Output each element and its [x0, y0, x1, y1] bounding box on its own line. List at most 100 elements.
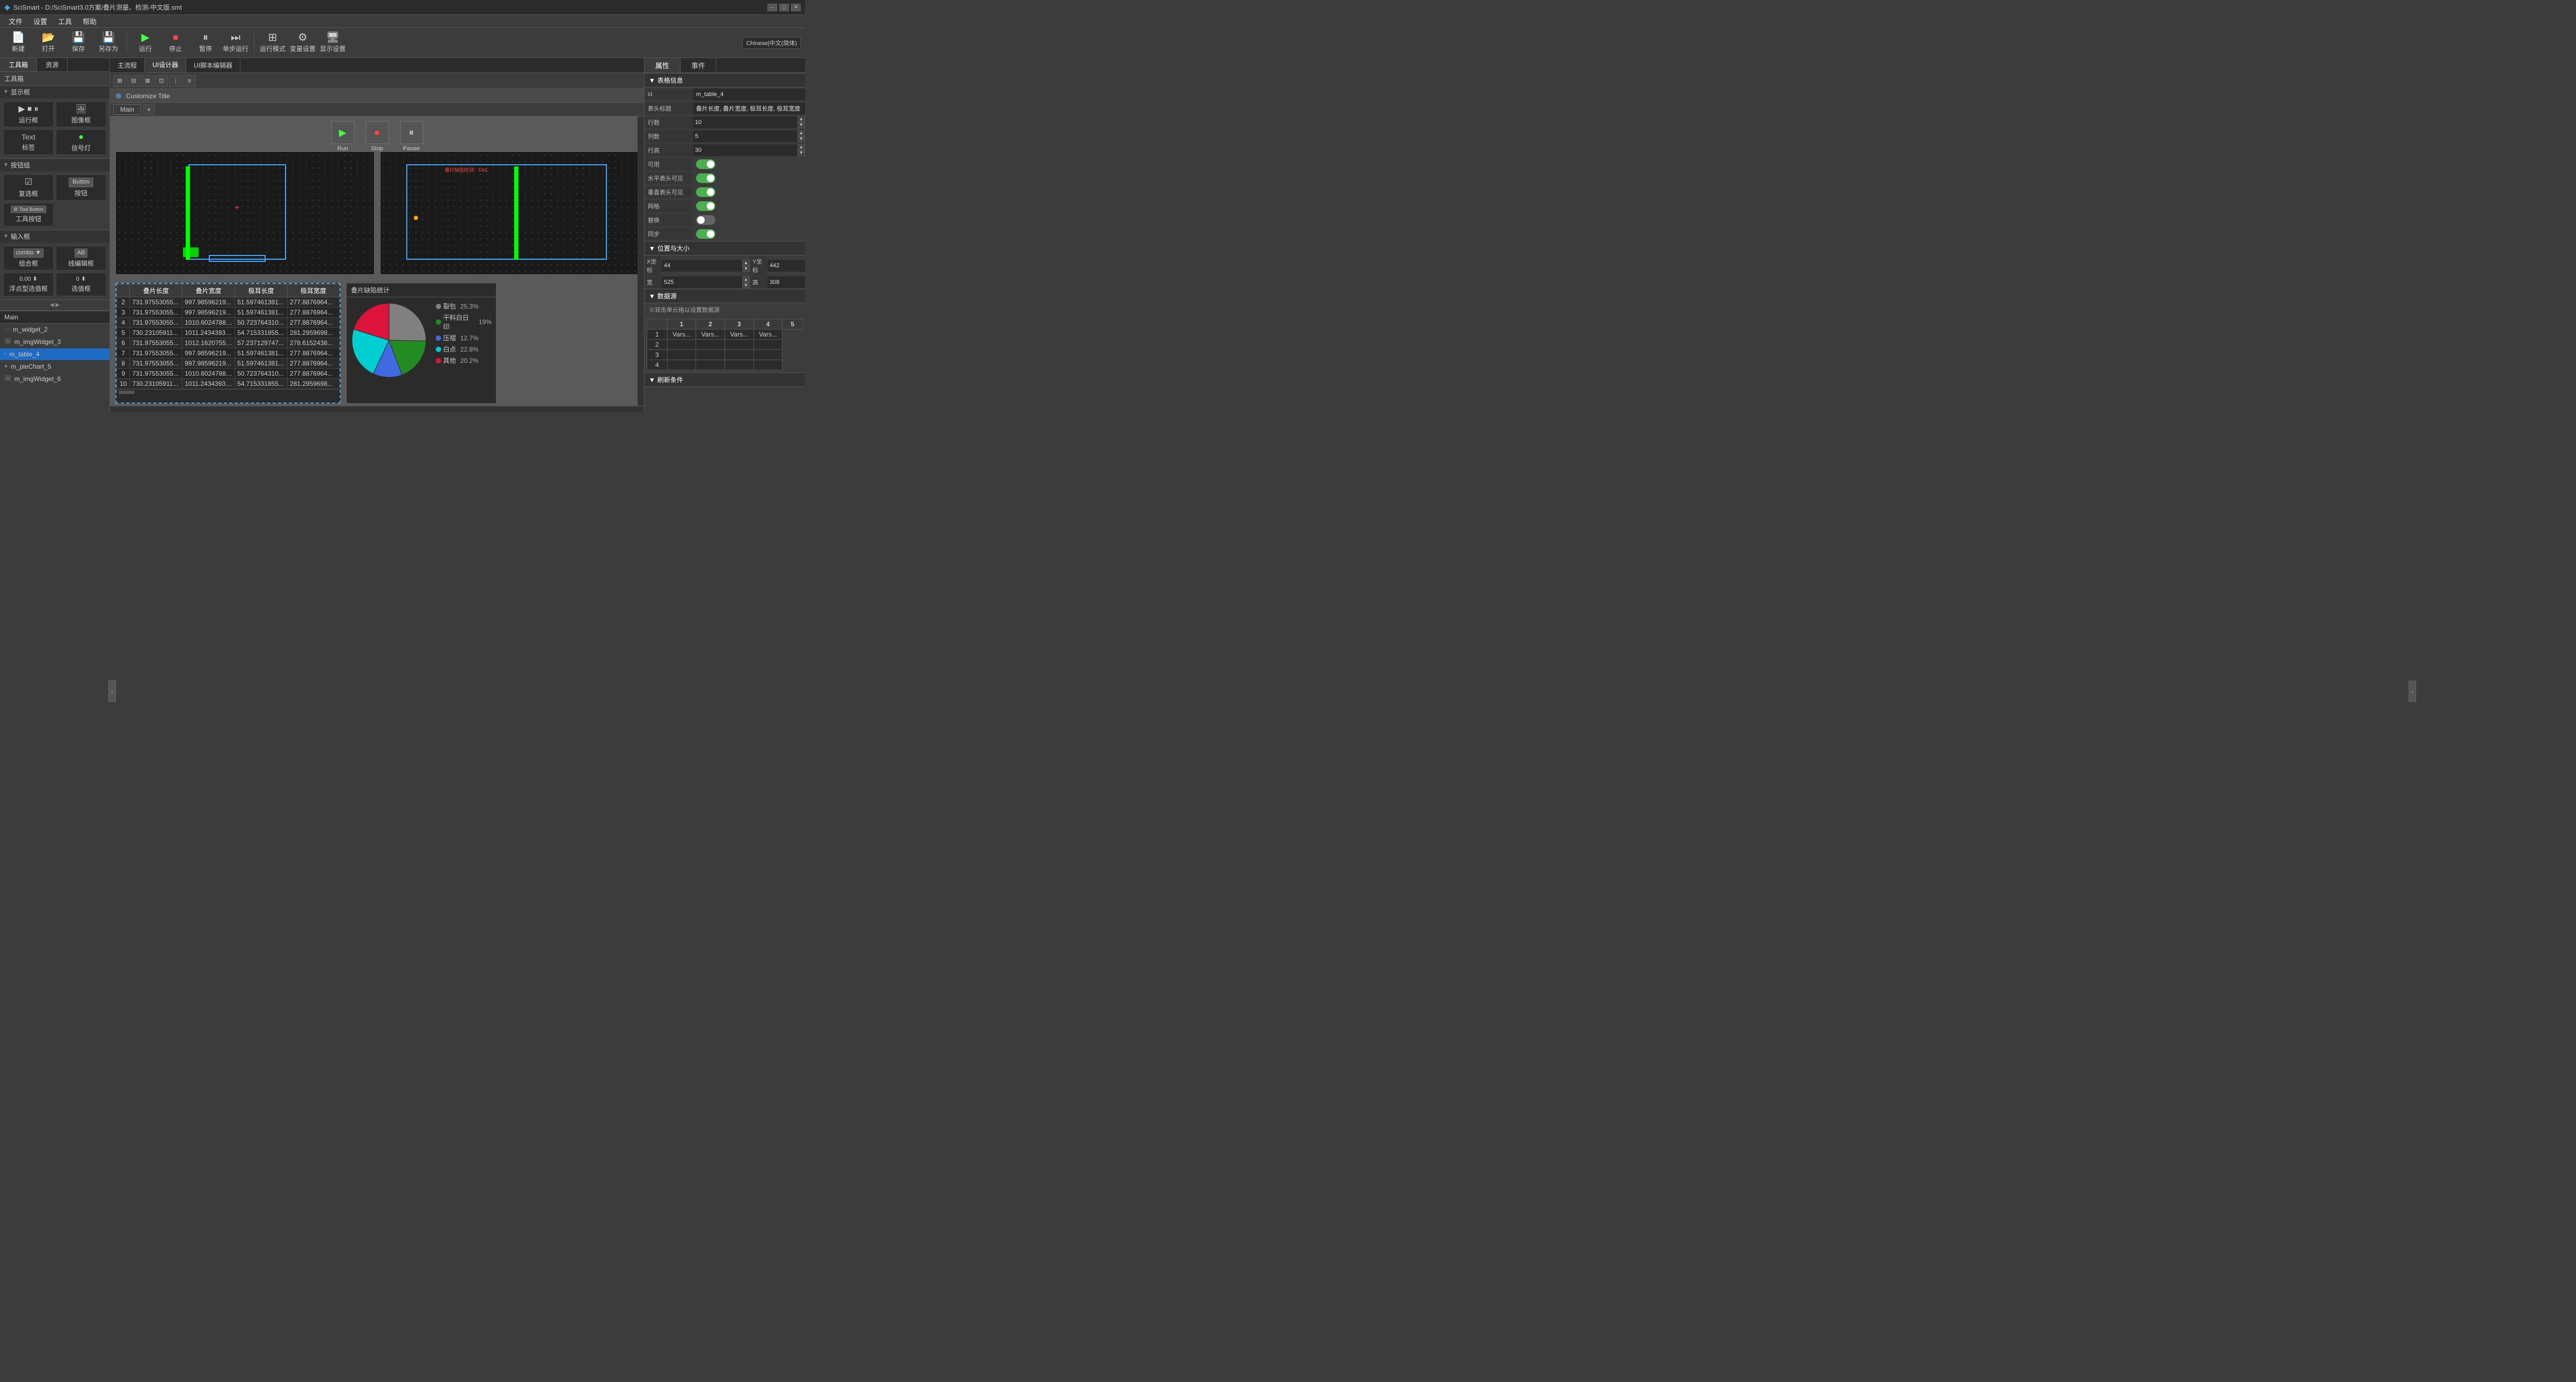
tab-toolbox[interactable]: 工具箱 [0, 58, 37, 71]
prop-w-input[interactable] [662, 276, 742, 288]
prop-cols-input[interactable] [693, 130, 797, 142]
prop-x-down[interactable]: ▼ [742, 266, 750, 272]
canvas-tab-main[interactable]: Main [113, 104, 141, 115]
section-inputs-header[interactable]: ▼ 输入框 [0, 230, 109, 243]
canvas-tool-5[interactable]: ⋮ [169, 75, 182, 87]
tool-label[interactable]: Text 标签 [3, 129, 54, 155]
tab-events[interactable]: 事件 [680, 58, 716, 72]
prop-rows-up[interactable]: ▲ [797, 116, 805, 122]
ds-cell-3-2[interactable] [696, 360, 725, 370]
left-panel-collapse-button[interactable]: ‹ [108, 681, 116, 702]
ds-cell-2-4[interactable] [753, 350, 782, 360]
tab-main-flow[interactable]: 主流程 [110, 59, 145, 72]
prop-y-input[interactable] [767, 260, 805, 272]
tool-run-frame[interactable]: ▶ ⏹ ⏸ 运行框 [3, 101, 54, 127]
stop-canvas-button[interactable]: ⏹ [365, 121, 389, 144]
ds-cell-0-2[interactable]: Vars... [696, 330, 725, 340]
section-buttons-header[interactable]: ▼ 按钮组 [0, 159, 109, 171]
new-button[interactable]: 📄 新建 [4, 30, 32, 56]
canvas-tool-3[interactable]: ⊠ [141, 75, 154, 87]
layer-m-table-4[interactable]: ▪ m_table_4 [0, 348, 109, 361]
ds-cell-2-2[interactable] [696, 350, 725, 360]
prop-cols-up[interactable]: ▲ [797, 130, 805, 136]
tool-image-frame[interactable]: 🖼 图像框 [56, 101, 106, 127]
prop-w-down[interactable]: ▼ [742, 282, 750, 288]
tool-combo[interactable]: combo ▼ 组合框 [3, 246, 54, 270]
right-panel-collapse-button[interactable]: › [2409, 681, 2416, 702]
ds-cell-1-1[interactable] [667, 340, 696, 350]
canvas-tab-add[interactable]: + [143, 104, 155, 115]
prop-rows-down[interactable]: ▼ [797, 122, 805, 128]
canvas-tool-2[interactable]: ⊟ [127, 75, 140, 87]
menu-file[interactable]: 文件 [3, 15, 28, 27]
menu-help[interactable]: 帮助 [77, 15, 102, 27]
ds-cell-1-3[interactable] [724, 340, 753, 350]
ds-cell-3-1[interactable] [667, 360, 696, 370]
open-button[interactable]: 📂 打开 [34, 30, 62, 56]
canvas-v-scrollbar[interactable] [638, 116, 644, 406]
table-area[interactable]: 叠片长度 叠片宽度 极耳长度 极耳宽度 2731.97553055...997.… [115, 283, 341, 404]
tool-spin[interactable]: 0 ⬍ 选值框 [56, 273, 106, 296]
image-panel-left[interactable]: + [115, 151, 375, 275]
table-h-scrollbar[interactable] [116, 389, 340, 394]
prop-rowheight-up[interactable]: ▲ [797, 144, 805, 150]
minimize-button[interactable]: ─ [767, 4, 777, 11]
tool-line-edit[interactable]: AB 线编辑框 [56, 246, 106, 270]
dispset-button[interactable]: 🖥 显示设置 [319, 30, 347, 56]
ds-cell-0-4[interactable]: Vars... [753, 330, 782, 340]
run-canvas-button[interactable]: ▶ [331, 121, 355, 144]
canvas-workspace[interactable]: ▶ Run ⏹ Stop ⏸ Pause [110, 116, 644, 406]
tool-toolbutton[interactable]: ⚙ Tool Button 工具按钮 [3, 203, 54, 226]
canvas-tool-6[interactable]: ≡ [183, 75, 196, 87]
ds-cell-1-4[interactable] [753, 340, 782, 350]
tool-signal-light[interactable]: ● 信号灯 [56, 129, 106, 155]
tab-ui-script[interactable]: UI脚本编辑器 [186, 59, 240, 72]
prop-w-up[interactable]: ▲ [742, 276, 750, 282]
prop-grid-toggle[interactable] [696, 201, 715, 211]
canvas-h-scrollbar[interactable] [110, 406, 644, 412]
pause-toolbar-button[interactable]: ⏸ 暂停 [192, 30, 219, 56]
save-button[interactable]: 💾 保存 [64, 30, 92, 56]
tab-resources[interactable]: 资源 [37, 58, 68, 71]
prop-rowheight-input[interactable] [693, 144, 797, 156]
mode-button[interactable]: ⊞ 运行模式 [259, 30, 287, 56]
close-button[interactable]: ✕ [791, 4, 801, 11]
layer-m-piechart-5[interactable]: ● m_pieChart_5 [0, 361, 109, 373]
canvas-tool-4[interactable]: ⊡ [155, 75, 168, 87]
ds-cell-2-3[interactable] [724, 350, 753, 360]
layer-m-widget-2[interactable]: ··· m_widget_2 [0, 324, 109, 336]
stop-toolbar-button[interactable]: ⏹ 停止 [162, 30, 189, 56]
run-toolbar-button[interactable]: ▶ 运行 [131, 30, 159, 56]
layer-m-imgwidget-3[interactable]: 🖼 m_imgWidget_3 [0, 336, 109, 348]
ds-cell-0-1[interactable]: Vars... [667, 330, 696, 340]
ds-cell-3-3[interactable] [724, 360, 753, 370]
saveas-button[interactable]: 💾 另存为 [94, 30, 122, 56]
pie-chart-area[interactable]: 叠片缺陷统计 裂包25.3%干料白日印19%压褶12.7%白点22.8%其他20… [346, 283, 496, 404]
prop-h-input[interactable] [767, 276, 805, 288]
maximize-button[interactable]: □ [779, 4, 789, 11]
ds-cell-1-2[interactable] [696, 340, 725, 350]
ds-cell-0-3[interactable]: Vars... [724, 330, 753, 340]
tool-button[interactable]: Button 按钮 [56, 174, 106, 200]
menu-tools[interactable]: 工具 [53, 15, 77, 27]
step-button[interactable]: ⏭ 单步运行 [222, 30, 250, 56]
prop-id-input[interactable] [693, 89, 805, 100]
varset-button[interactable]: ⚙ 变量设置 [289, 30, 317, 56]
layer-m-imgwidget-6[interactable]: 🖼 m_imgWidget_6 [0, 373, 109, 385]
menu-settings[interactable]: 设置 [28, 15, 53, 27]
prop-x-up[interactable]: ▲ [742, 260, 750, 266]
prop-h-header-toggle[interactable] [696, 173, 715, 183]
pause-canvas-button[interactable]: ⏸ [400, 121, 423, 144]
section-display-header[interactable]: ▼ 显示框 [0, 86, 109, 98]
language-selector[interactable]: Chinese|中文(简体) [742, 37, 801, 49]
tool-checkbox[interactable]: ☑ 复选框 [3, 174, 54, 200]
prop-cols-down[interactable]: ▼ [797, 136, 805, 142]
prop-rows-input[interactable] [693, 116, 797, 128]
prop-x-input[interactable] [662, 260, 742, 272]
image-panel-right[interactable]: 叠片缺陷检测：FAIL [380, 151, 639, 275]
ds-cell-2-1[interactable] [667, 350, 696, 360]
prop-rowheight-down[interactable]: ▼ [797, 150, 805, 156]
ds-cell-3-4[interactable] [753, 360, 782, 370]
tab-properties[interactable]: 属性 [645, 58, 680, 72]
prop-enabled-toggle[interactable] [696, 159, 715, 169]
